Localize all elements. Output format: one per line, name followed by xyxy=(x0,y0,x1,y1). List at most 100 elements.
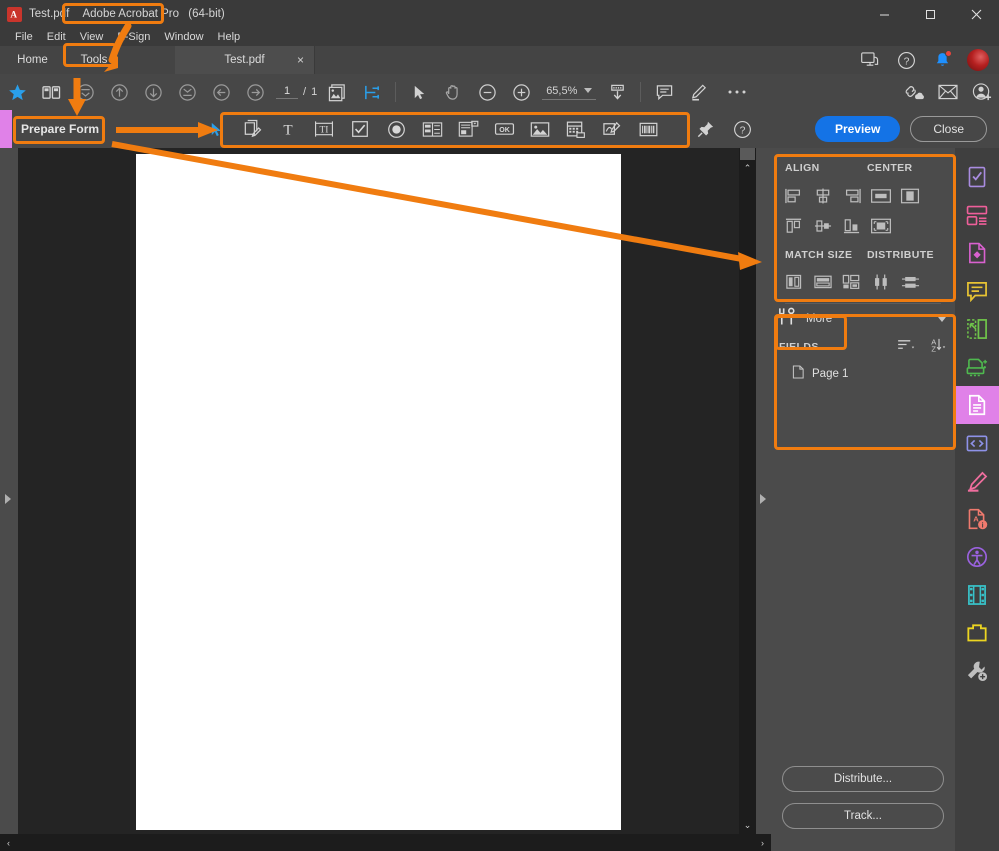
organize-pages-rail-icon[interactable] xyxy=(955,310,999,348)
page-down-icon[interactable] xyxy=(136,74,170,110)
star-icon[interactable] xyxy=(0,74,34,110)
preview-button[interactable]: Preview xyxy=(814,116,901,142)
previous-view-icon[interactable] xyxy=(204,74,238,110)
button-field-icon[interactable]: OK xyxy=(486,114,522,144)
select-tool-icon[interactable] xyxy=(402,74,436,110)
tab-tools[interactable]: Tools xyxy=(65,46,123,74)
scroll-right-button[interactable]: › xyxy=(754,834,771,851)
maximize-button[interactable] xyxy=(907,0,953,28)
close-form-button[interactable]: Close xyxy=(910,116,987,142)
distribute-button[interactable]: Distribute... xyxy=(782,766,944,792)
more-tools-button[interactable] xyxy=(715,74,759,110)
pin-icon[interactable] xyxy=(688,114,724,144)
pdf-page-canvas[interactable] xyxy=(136,154,621,830)
list-box-field-icon[interactable] xyxy=(414,114,450,144)
chevron-down-icon[interactable] xyxy=(938,316,946,322)
distribute-vertically-icon[interactable] xyxy=(867,269,896,295)
align-left-icon[interactable] xyxy=(779,183,808,209)
chevron-down-icon[interactable] xyxy=(584,88,593,93)
more-options-button[interactable]: More xyxy=(771,304,955,334)
page-thumbnail-icon[interactable] xyxy=(321,74,355,110)
stamp-rail-icon[interactable] xyxy=(955,614,999,652)
vertical-scrollbar[interactable]: ⌃ ⌄ xyxy=(739,148,756,834)
notification-bell-icon[interactable] xyxy=(931,49,953,71)
fit-width-icon[interactable] xyxy=(600,74,634,110)
text-tool-icon[interactable]: T xyxy=(270,114,306,144)
comment-icon[interactable] xyxy=(647,74,681,110)
add-person-icon[interactable] xyxy=(965,74,999,110)
add-field-icon[interactable] xyxy=(234,114,270,144)
horizontal-scroll-track[interactable] xyxy=(17,834,754,851)
align-horizontal-center-icon[interactable] xyxy=(808,213,837,239)
menu-esign[interactable]: E-Sign xyxy=(110,31,157,43)
zoom-in-icon[interactable] xyxy=(504,74,538,110)
barcode-field-icon[interactable] xyxy=(630,114,666,144)
distribute-horizontally-icon[interactable] xyxy=(896,269,925,295)
zoom-out-icon[interactable] xyxy=(470,74,504,110)
menu-file[interactable]: File xyxy=(8,31,40,43)
scroll-top-icon[interactable] xyxy=(68,74,102,110)
match-height-icon[interactable] xyxy=(808,269,837,295)
text-field-icon[interactable]: TI xyxy=(306,114,342,144)
field-tree-item-page-1[interactable]: Page 1 xyxy=(771,360,955,382)
page-up-icon[interactable] xyxy=(102,74,136,110)
code-rail-icon[interactable] xyxy=(955,424,999,462)
menu-help[interactable]: Help xyxy=(211,31,248,43)
email-icon[interactable] xyxy=(931,74,965,110)
match-both-icon[interactable] xyxy=(837,269,866,295)
center-vertically-icon[interactable] xyxy=(867,183,896,209)
scroll-down-button[interactable]: ⌄ xyxy=(739,817,756,834)
align-top-icon[interactable] xyxy=(779,213,808,239)
collapse-right-pane-icon[interactable] xyxy=(760,494,766,504)
help-circle-icon[interactable]: ? xyxy=(895,49,917,71)
prepare-form-rail-icon[interactable] xyxy=(955,158,999,196)
left-pane-handle[interactable] xyxy=(0,148,18,834)
scroll-up-button[interactable]: ⌃ xyxy=(739,160,756,177)
match-width-icon[interactable] xyxy=(779,269,808,295)
horizontal-scrollbar[interactable]: ‹ › xyxy=(0,834,771,851)
dropdown-field-icon[interactable] xyxy=(450,114,486,144)
comment-rail-icon[interactable] xyxy=(955,272,999,310)
checkbox-field-icon[interactable] xyxy=(342,114,378,144)
select-object-icon[interactable] xyxy=(198,114,234,144)
close-button[interactable] xyxy=(953,0,999,28)
rich-media-rail-icon[interactable] xyxy=(955,576,999,614)
page-number-input[interactable]: 1 xyxy=(276,85,298,99)
highlight-icon[interactable] xyxy=(681,74,715,110)
sort-alphabetical-icon[interactable]: A Z xyxy=(928,337,947,358)
help-circle-icon[interactable]: ? xyxy=(724,114,760,144)
protect-rail-icon[interactable]: A i xyxy=(955,500,999,538)
create-pdf-rail-icon[interactable] xyxy=(955,196,999,234)
screen-share-icon[interactable] xyxy=(859,49,881,71)
align-bottom-icon[interactable] xyxy=(837,213,866,239)
fill-sign-rail-icon[interactable] xyxy=(955,462,999,500)
scroll-bottom-icon[interactable] xyxy=(170,74,204,110)
center-both-icon[interactable] xyxy=(867,213,896,239)
menu-edit[interactable]: Edit xyxy=(40,31,73,43)
signature-field-icon[interactable] xyxy=(594,114,630,144)
minimize-button[interactable] xyxy=(861,0,907,28)
tab-home[interactable]: Home xyxy=(0,46,65,74)
next-view-icon[interactable] xyxy=(238,74,272,110)
tab-document[interactable]: Test.pdf × xyxy=(175,46,315,74)
export-pdf-rail-icon[interactable] xyxy=(955,234,999,272)
sort-order-icon[interactable] xyxy=(897,338,917,357)
fit-page-icon[interactable] xyxy=(355,74,389,110)
expand-left-pane-icon[interactable] xyxy=(5,494,11,504)
share-link-icon[interactable] xyxy=(897,74,931,110)
more-tools-rail-icon[interactable] xyxy=(955,652,999,690)
right-pane-handle[interactable] xyxy=(756,148,771,834)
align-vertical-center-icon[interactable] xyxy=(808,183,837,209)
image-field-icon[interactable] xyxy=(522,114,558,144)
menu-window[interactable]: Window xyxy=(157,31,210,43)
hand-tool-icon[interactable] xyxy=(436,74,470,110)
tab-close-icon[interactable]: × xyxy=(297,53,304,67)
thumbnails-icon[interactable] xyxy=(34,74,68,110)
menu-view[interactable]: View xyxy=(73,31,111,43)
zoom-level-control[interactable]: 65,5% xyxy=(542,85,597,100)
scroll-left-button[interactable]: ‹ xyxy=(0,834,17,851)
edit-pdf-rail-icon[interactable] xyxy=(955,386,999,424)
date-field-icon[interactable] xyxy=(558,114,594,144)
radio-button-field-icon[interactable] xyxy=(378,114,414,144)
center-horizontally-icon[interactable] xyxy=(896,183,925,209)
